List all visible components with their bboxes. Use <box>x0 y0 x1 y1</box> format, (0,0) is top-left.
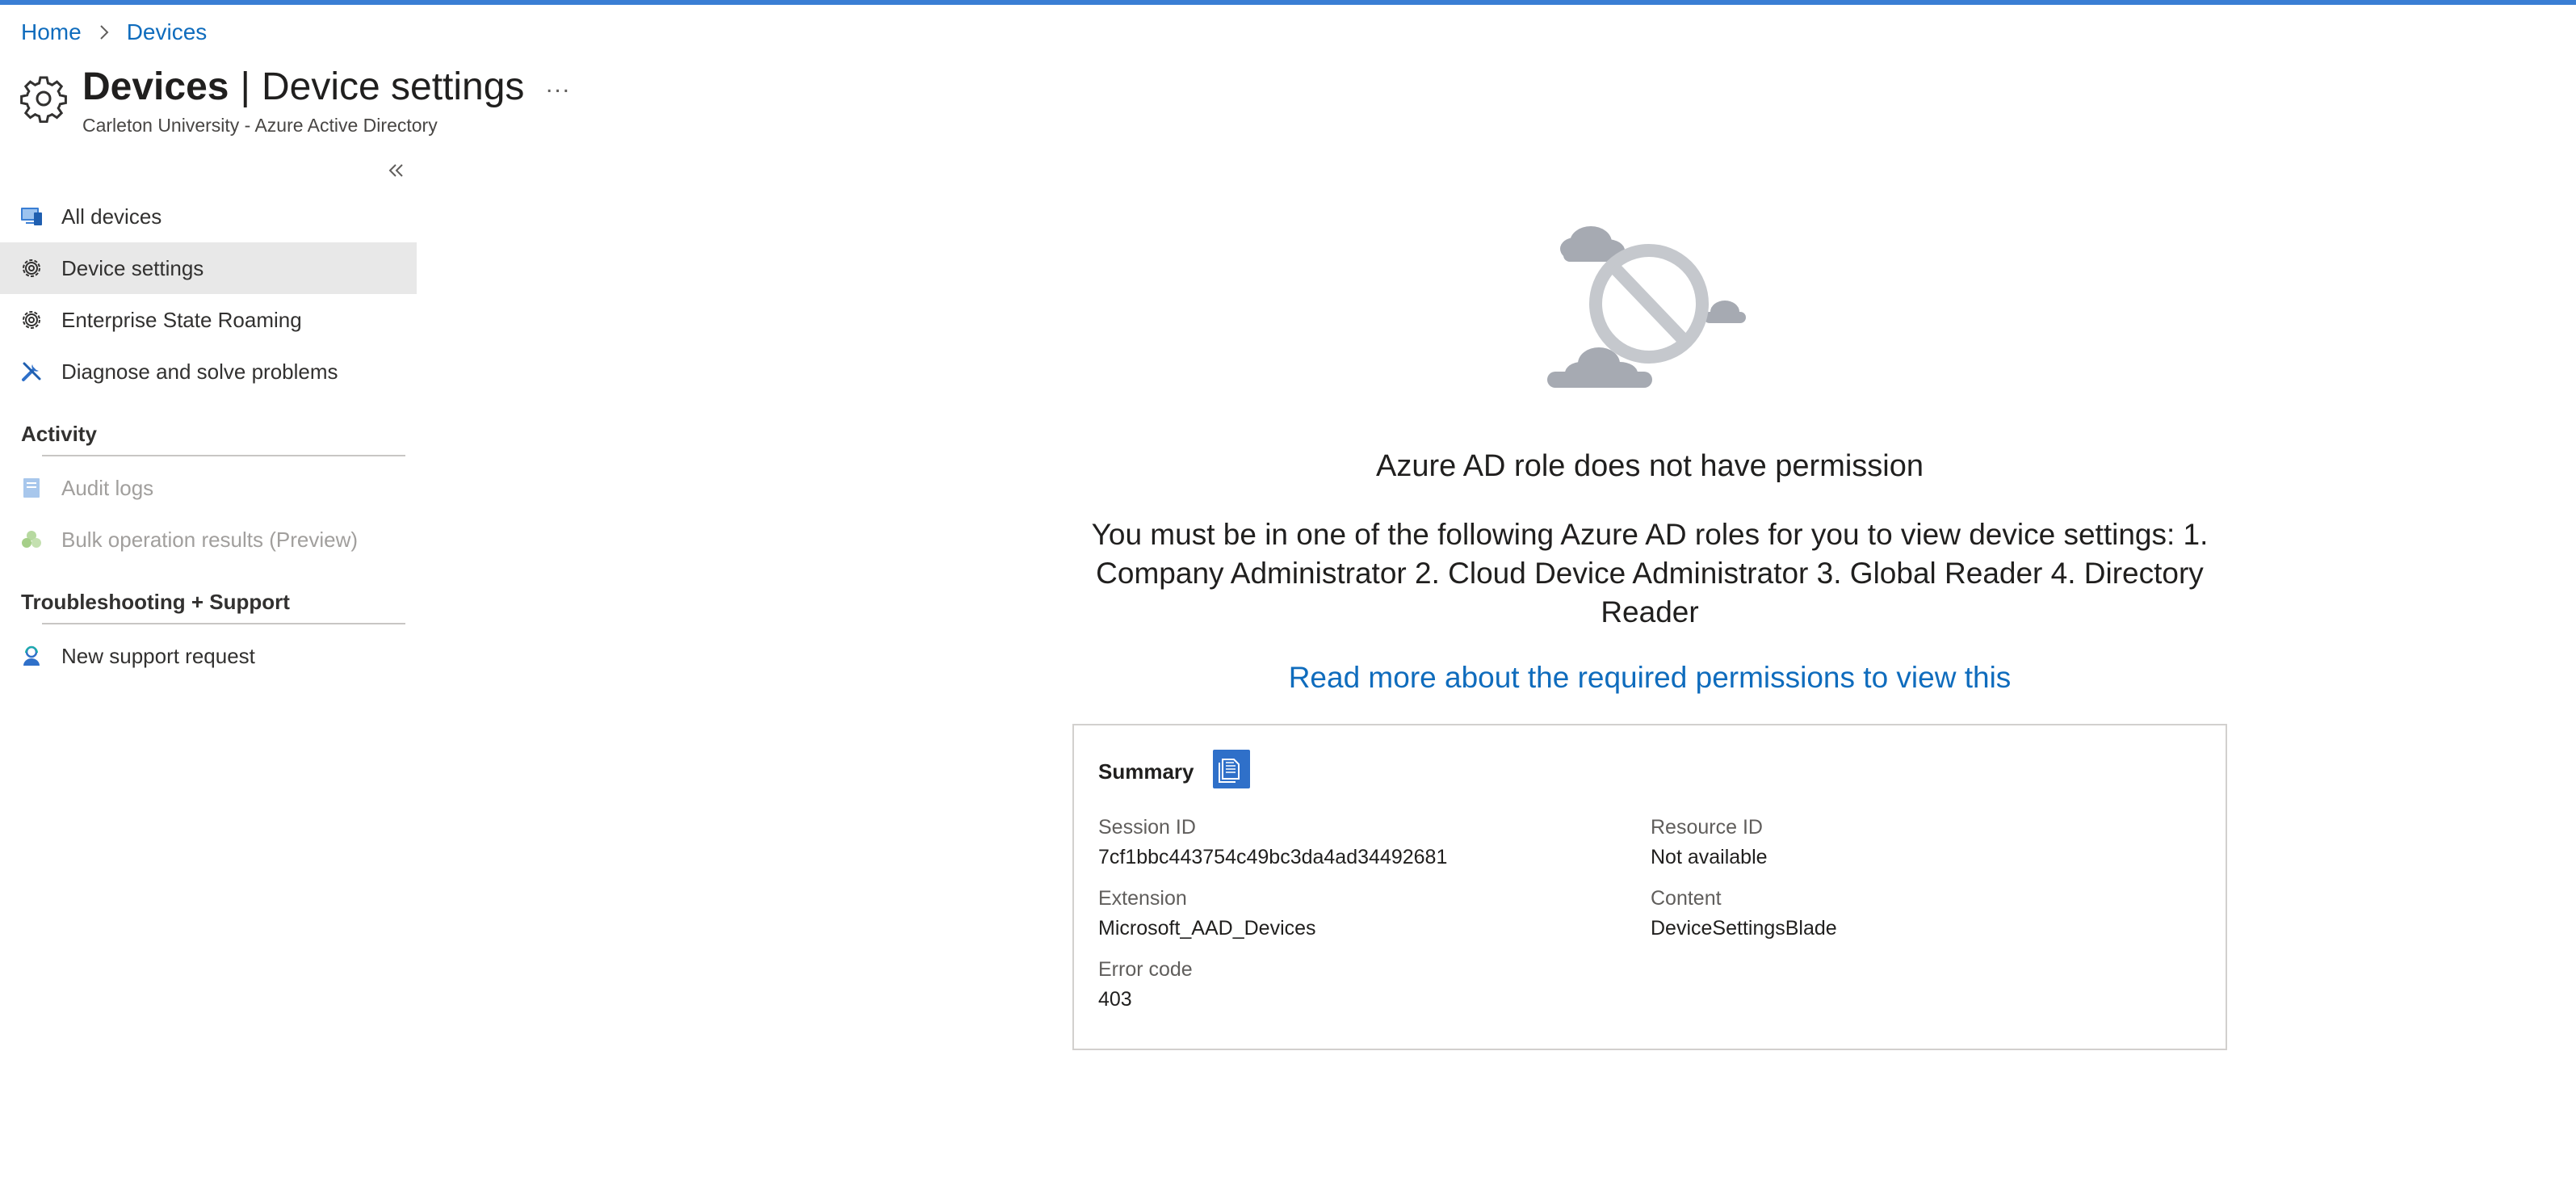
summary-field-error-code: Error code 403 <box>1098 958 1615 1011</box>
sidebar-nav: All devices Device settings Enterprise S… <box>0 191 417 682</box>
sidebar-item-label: Audit logs <box>61 475 154 500</box>
chevron-right-icon <box>99 25 109 40</box>
more-options-button[interactable]: ... <box>546 71 571 99</box>
page-title-separator: | <box>240 65 250 108</box>
page-header: Devices | Device settings Carleton Univers… <box>19 65 585 145</box>
field-label: Session ID <box>1098 816 1196 839</box>
sidebar-item-label: Bulk operation results (Preview) <box>61 527 359 552</box>
breadcrumb: Home Devices <box>21 19 207 45</box>
sidebar-item-label: Device settings <box>61 255 204 280</box>
breadcrumb-devices-link[interactable]: Devices <box>127 19 208 45</box>
page-title-bold: Devices <box>82 65 229 108</box>
collapse-sidebar-icon[interactable] <box>384 158 409 183</box>
wrench-icon <box>22 362 41 381</box>
page-title-subpage: Device settings <box>261 65 525 108</box>
error-title: Azure AD role does not have permission <box>1375 449 1924 483</box>
summary-title: Summary <box>1098 759 1194 784</box>
sidebar-item-label: Enterprise State Roaming <box>61 307 302 332</box>
field-label: Extension <box>1098 887 1187 910</box>
permissions-help-link[interactable]: Read more about the required permissions… <box>888 661 2411 695</box>
gear-icon <box>20 76 67 123</box>
summary-field-content: Content DeviceSettingsBlade <box>1651 887 2167 940</box>
sidebar-item-diagnose-and-solve[interactable]: Diagnose and solve problems <box>0 346 417 397</box>
top-accent-bar <box>0 0 2576 5</box>
field-label: Content <box>1651 887 1722 910</box>
support-person-icon <box>23 645 40 666</box>
bulk-operation-icon <box>22 531 41 548</box>
sidebar-item-bulk-operation-results[interactable]: Bulk operation results (Preview) <box>0 514 417 565</box>
content-value: DeviceSettingsBlade <box>1651 917 1837 940</box>
devices-icon <box>21 208 42 225</box>
section-heading-troubleshooting: Troubleshooting + Support <box>0 565 417 630</box>
gear-icon <box>23 259 40 277</box>
error-summary-card: Summary Session ID 7cf1bbc443754c49bc3da… <box>1072 724 2227 1050</box>
session-id-value: 7cf1bbc443754c49bc3da4ad34492681 <box>1098 846 1448 868</box>
sidebar-item-label: New support request <box>61 643 255 668</box>
sidebar-item-enterprise-state-roaming[interactable]: Enterprise State Roaming <box>0 294 417 346</box>
resource-id-value: Not available <box>1651 846 1768 868</box>
sidebar-item-device-settings[interactable]: Device settings <box>0 242 417 294</box>
sidebar-item-all-devices[interactable]: All devices <box>0 191 417 242</box>
error-code-value: 403 <box>1098 988 1132 1011</box>
section-heading-label: Activity <box>21 422 97 446</box>
section-divider <box>42 623 405 624</box>
copy-summary-button[interactable] <box>1213 750 1250 788</box>
section-heading-activity: Activity <box>0 397 417 462</box>
section-heading-label: Troubleshooting + Support <box>21 590 290 614</box>
sidebar-item-label: All devices <box>61 204 162 229</box>
sidebar-item-new-support-request[interactable]: New support request <box>0 630 417 682</box>
summary-field-resource-id: Resource ID Not available <box>1651 816 2167 869</box>
summary-field-session-id: Session ID 7cf1bbc443754c49bc3da4ad34492… <box>1098 816 1615 869</box>
audit-log-icon <box>23 478 40 498</box>
sidebar-item-label: Diagnose and solve problems <box>61 359 338 384</box>
page-title: Devices | Device settings <box>82 65 524 109</box>
field-label: Error code <box>1098 958 1193 981</box>
field-label: Resource ID <box>1651 816 1763 839</box>
error-description: You must be in one of the following Azur… <box>1091 518 2209 629</box>
copy-icon <box>1219 759 1240 783</box>
permission-denied-illustration <box>1547 226 1746 388</box>
page-subtitle: Carleton University - Azure Active Direc… <box>82 115 438 136</box>
sidebar-item-audit-logs[interactable]: Audit logs <box>0 462 417 514</box>
breadcrumb-home-link[interactable]: Home <box>21 19 82 45</box>
gear-icon <box>23 311 40 329</box>
summary-field-extension: Extension Microsoft_AAD_Devices <box>1098 887 1615 940</box>
section-divider <box>42 455 405 456</box>
extension-value: Microsoft_AAD_Devices <box>1098 917 1316 940</box>
